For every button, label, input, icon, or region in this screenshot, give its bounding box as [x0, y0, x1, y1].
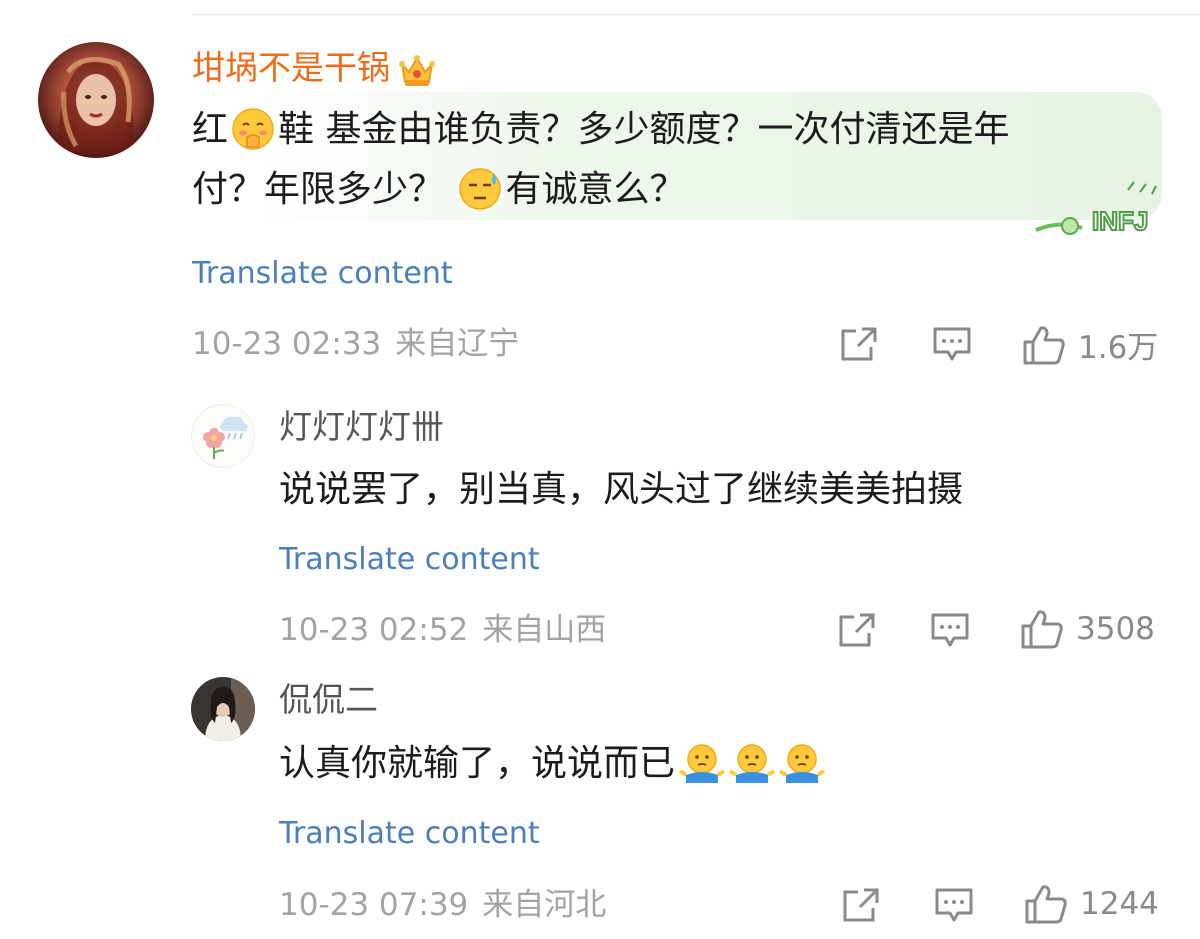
shrug-emoji [728, 741, 776, 785]
avatar[interactable] [191, 677, 255, 741]
comment-meta: 10-23 02:52 来自山西 [279, 612, 606, 648]
crown-icon [398, 52, 436, 88]
comment-username[interactable]: 灯灯灯灯卌 [279, 407, 444, 447]
comment-text: 认真你就输了，说说而已 [279, 734, 826, 794]
comment-location: 来自河北 [482, 887, 607, 923]
like-count: 1.6万 [1078, 330, 1159, 366]
thumbs-up-icon [1025, 885, 1067, 924]
avatar[interactable] [38, 42, 154, 158]
comment-username[interactable]: 坩埚不是干锅 [192, 48, 436, 88]
comment-icon [931, 613, 969, 647]
shy-face-emoji [231, 107, 275, 151]
comment-timestamp: 10-23 07:39 [279, 887, 469, 923]
comment-text: 红鞋 基金由谁负责？多少额度？一次付清还是年 付？年限多少？ 有诚意么？ [192, 107, 1010, 211]
share-button[interactable] [840, 326, 878, 362]
translate-content-link[interactable]: Translate content [279, 816, 540, 852]
comment-text: 说说罢了，别当真，风头过了继续美美拍摄 [279, 469, 964, 510]
sweat-face-emoji [458, 167, 502, 211]
share-button[interactable] [838, 612, 876, 648]
divider [192, 14, 1200, 15]
thumbs-up-icon [1021, 610, 1063, 649]
like-button[interactable]: 1.6万 [1022, 322, 1158, 367]
comment-meta: 10-23 02:33 来自辽宁 [192, 326, 519, 362]
share-icon [839, 613, 875, 647]
reply-button[interactable] [930, 612, 970, 648]
translate-content-link[interactable]: Translate content [279, 542, 540, 578]
comment-meta: 10-23 07:39 来自河北 [279, 887, 606, 923]
comment-icon [933, 327, 971, 361]
share-icon [841, 327, 877, 361]
like-count: 1244 [1080, 886, 1159, 922]
comment-timestamp: 10-23 02:33 [192, 326, 382, 362]
comment-location: 来自山西 [482, 612, 607, 648]
translate-content-link[interactable]: Translate content [192, 256, 453, 292]
reply-button[interactable] [932, 326, 972, 362]
comment-location: 来自辽宁 [395, 326, 520, 362]
share-button[interactable] [842, 887, 880, 923]
shrug-emoji [678, 741, 726, 785]
like-button[interactable]: 1244 [1024, 883, 1159, 925]
like-count: 3508 [1076, 611, 1155, 647]
comment-icon [935, 888, 973, 922]
reply-button[interactable] [934, 887, 974, 923]
like-button[interactable]: 3508 [1020, 608, 1155, 650]
thumbs-up-icon [1023, 325, 1065, 364]
shrug-emoji [778, 741, 826, 785]
share-icon [843, 888, 879, 922]
comment-username[interactable]: 侃侃二 [279, 680, 378, 720]
avatar[interactable] [191, 404, 255, 468]
comment-timestamp: 10-23 02:52 [279, 612, 469, 648]
